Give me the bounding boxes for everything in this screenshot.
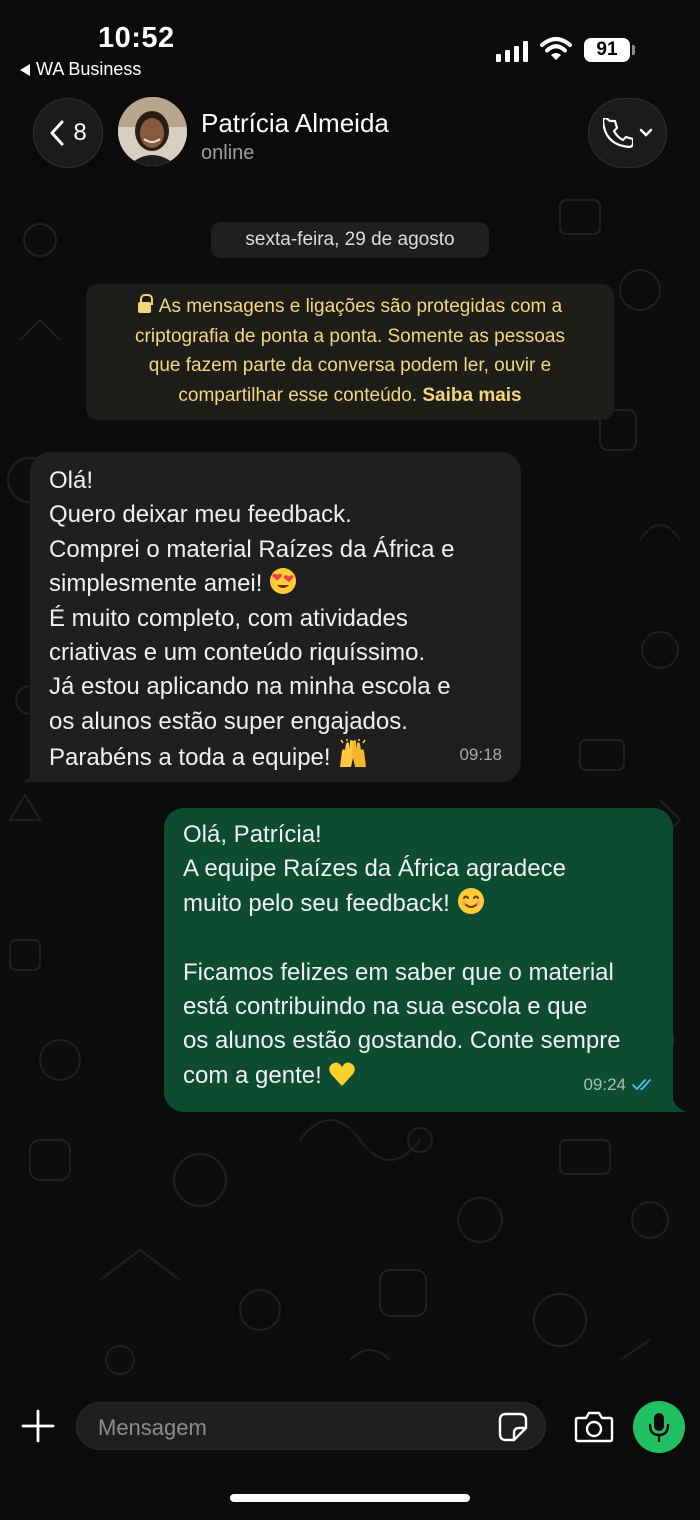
message-line: É muito completo, com atividades	[49, 604, 408, 632]
message-line: Ficamos felizes em saber que o material	[183, 958, 614, 986]
message-bubble-incoming[interactable]: Olá! Quero deixar meu feedback. Comprei …	[30, 452, 521, 782]
return-app-label: WA Business	[36, 59, 142, 79]
battery-level: 91	[584, 38, 630, 62]
message-line	[183, 921, 655, 955]
cellular-signal-icon	[496, 40, 528, 62]
message-line: simplesmente amei!	[49, 567, 503, 601]
message-line: criativas e um conteúdo riquíssimo.	[49, 638, 426, 666]
raising-hands-emoji-icon	[340, 739, 367, 768]
chevron-left-icon	[50, 120, 64, 146]
message-time: 09:24	[583, 1074, 626, 1094]
microphone-icon	[648, 1413, 670, 1442]
smiling-face-emoji-icon	[457, 887, 484, 914]
learn-more-link[interactable]: Saiba mais	[422, 385, 521, 406]
message-line: Olá!	[49, 467, 94, 494]
sticker-icon[interactable]	[498, 1412, 528, 1442]
chevron-down-icon	[639, 128, 652, 137]
encryption-line-1: As mensagens e ligações são protegidas c…	[100, 292, 600, 322]
chat-screen: 10:52 WA Business 91 8 Patrícia Almeida …	[0, 0, 700, 1520]
message-line: A equipe Raízes da África agradece	[183, 855, 566, 883]
message-line: Olá, Patrícia!	[183, 821, 322, 848]
message-line: os alunos estão gostando. Conte sempre	[183, 1027, 621, 1055]
message-line: Já estou aplicando na minha escola e	[49, 673, 451, 701]
camera-icon[interactable]	[574, 1410, 614, 1444]
return-to-app-link[interactable]: WA Business	[20, 59, 141, 80]
microphone-button[interactable]	[633, 1401, 685, 1453]
encryption-line-2: criptografia de ponta a ponta. Somente a…	[135, 325, 565, 347]
message-input[interactable]: Mensagem	[76, 1402, 546, 1450]
back-arrow-icon	[20, 63, 30, 76]
message-input-placeholder: Mensagem	[98, 1415, 207, 1440]
heart-eyes-emoji-icon	[270, 568, 297, 595]
message-line: está contribuindo na sua escola e que	[183, 992, 588, 1020]
encryption-notice[interactable]: As mensagens e ligações são protegidas c…	[86, 284, 614, 420]
date-separator: sexta-feira, 29 de agosto	[211, 222, 489, 258]
back-button[interactable]: 8	[33, 98, 103, 168]
message-bubble-outgoing[interactable]: Olá, Patrícia! A equipe Raízes da África…	[164, 808, 673, 1112]
lock-icon	[137, 294, 153, 313]
message-line: muito pelo seu feedback!	[183, 887, 655, 921]
message-meta: 09:24	[583, 1068, 656, 1102]
unread-count: 8	[73, 119, 87, 146]
message-line: Comprei o material Raízes da África e	[49, 535, 455, 563]
battery-tip	[632, 45, 635, 55]
message-line: Parabéns a toda a equipe!	[49, 739, 503, 773]
avatar-photo	[118, 97, 187, 166]
home-indicator[interactable]	[230, 1494, 470, 1502]
message-time: 09:18	[459, 744, 502, 764]
message-line: Quero deixar meu feedback.	[49, 501, 352, 529]
contact-avatar[interactable]	[118, 97, 187, 166]
wifi-icon	[540, 37, 572, 60]
plus-icon[interactable]	[20, 1408, 56, 1444]
yellow-heart-emoji-icon	[329, 1062, 356, 1086]
phone-icon	[602, 118, 633, 148]
message-line: os alunos estão super engajados.	[49, 707, 408, 735]
contact-name[interactable]: Patrícia Almeida	[201, 108, 389, 139]
contact-status: online	[201, 142, 255, 164]
status-time: 10:52	[98, 22, 175, 54]
encryption-line-3: que fazem parte da conversa podem ler, o…	[148, 355, 552, 376]
double-check-icon	[632, 1078, 651, 1090]
call-button[interactable]	[588, 98, 667, 168]
encryption-line-4: compartilhar esse conteúdo. Saiba mais	[178, 384, 522, 406]
